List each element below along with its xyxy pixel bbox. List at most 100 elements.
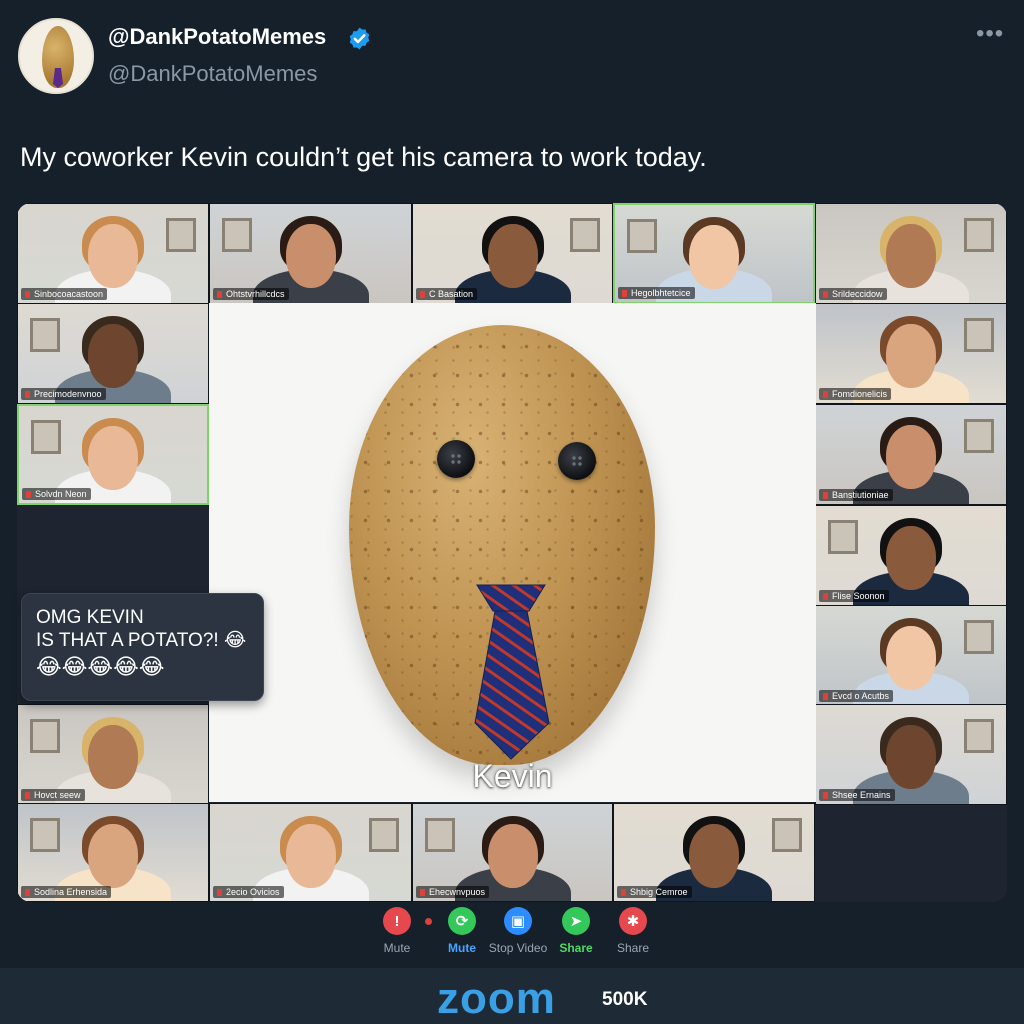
participant-name: Ehecwnvpuos — [416, 886, 490, 898]
wall-picture — [222, 218, 252, 252]
recording-dot-icon — [425, 918, 432, 925]
participant-face — [285, 824, 336, 888]
meeting-controls: ! Mute ⟳ Mute ▣ Stop Video ➤ Share ✱ Sha… — [378, 907, 668, 959]
control-label: Share — [616, 941, 650, 955]
participant-tile[interactable]: Precimodenvnoo — [17, 303, 209, 404]
participant-face — [88, 725, 138, 789]
participant-face — [886, 626, 936, 690]
control-label: Mute — [383, 941, 411, 955]
wall-picture — [964, 318, 994, 352]
more-icon[interactable]: ••• — [976, 20, 1004, 48]
participant-tile[interactable]: Fomdionelicis — [815, 303, 1007, 404]
participant-name: Fomdionelicis — [819, 388, 892, 400]
participant-tile[interactable]: Shbig Cemroe — [613, 803, 815, 902]
participant-tile[interactable]: Sodlina Erhensida — [17, 803, 209, 902]
participant-face — [689, 225, 739, 289]
participant-face — [886, 526, 936, 590]
participant-name: 2ecio Ovicios — [213, 886, 284, 898]
participant-tile[interactable]: C Basation — [412, 203, 613, 304]
control-label: Stop Video — [488, 941, 548, 955]
participant-name: Banstiutioniae — [819, 489, 893, 501]
button-eye-left-icon — [437, 440, 475, 478]
participant-name: Ohtstvrhillcdcs — [213, 288, 289, 300]
chat-line: IS THAT A POTATO?! 😂 — [36, 630, 247, 651]
wall-picture — [425, 818, 455, 852]
control-label: Share — [559, 941, 593, 955]
participant-name: Evcd o Acutbs — [819, 690, 894, 702]
refresh-icon: ⟳ — [448, 907, 476, 935]
participant-name: Shbig Cemroe — [617, 886, 692, 898]
participant-face — [886, 725, 936, 789]
participant-tile[interactable]: Ohtstvrhillcdcs — [209, 203, 412, 304]
participant-face — [886, 425, 936, 489]
participant-name: Sodlina Erhensida — [21, 886, 112, 898]
participant-tile[interactable]: Evcd o Acutbs — [815, 605, 1007, 706]
participant-tile[interactable]: Sinbocoacastoon — [17, 203, 209, 304]
participant-name: Precimodenvnoo — [21, 388, 106, 400]
video-call-image[interactable]: Sinbocoacastoon Ohtstvrhillcdcs C Basation… — [17, 203, 1007, 902]
participant-name: Solvdn Neon — [22, 488, 91, 500]
participant-tile[interactable]: Hovct seew — [17, 704, 209, 805]
participant-face — [886, 224, 936, 288]
button-eye-right-icon — [558, 442, 596, 480]
necktie-icon — [474, 584, 550, 760]
participant-face — [285, 224, 336, 288]
handle[interactable]: @DankPotatoMemes — [108, 61, 317, 87]
participant-face — [689, 824, 739, 888]
share-screen-button[interactable]: ✱ Share — [603, 907, 663, 955]
share-arrow-icon: ➤ — [562, 907, 590, 935]
participant-tile[interactable]: Ehecwnvpuos — [412, 803, 613, 902]
featured-video-tile[interactable]: Kevin — [209, 303, 816, 802]
participant-tile[interactable]: Shsee Ernains — [815, 704, 1007, 805]
participant-face — [88, 824, 138, 888]
participant-tile[interactable]: Banstiutioniae — [815, 404, 1007, 505]
wall-picture — [828, 520, 858, 554]
chat-message: OMG KEVIN IS THAT A POTATO?! 😂 😂😂😂😂😂 — [21, 593, 264, 701]
wall-picture — [772, 818, 802, 852]
share-gear-icon: ✱ — [619, 907, 647, 935]
tweet-text: My coworker Kevin couldn’t get his camer… — [20, 142, 707, 172]
participant-face — [487, 224, 538, 288]
wall-picture — [627, 219, 657, 253]
participant-face — [88, 426, 138, 490]
participant-face — [88, 324, 138, 388]
wall-picture — [31, 420, 61, 454]
participant-tile[interactable]: Flise Soonon — [815, 505, 1007, 606]
participant-name: C Basation — [416, 288, 478, 300]
participant-name: Shsee Ernains — [819, 789, 895, 801]
participant-tile[interactable]: Hegolbhtetcice — [613, 203, 815, 304]
participant-name: Srildeccidow — [819, 288, 887, 300]
participant-name: Hovct seew — [21, 789, 85, 801]
zoom-logo: zoom — [437, 974, 556, 1023]
participant-tile[interactable]: 2ecio Ovicios — [209, 803, 412, 902]
participant-face — [88, 224, 138, 288]
control-label: Mute — [448, 941, 476, 955]
wall-picture — [964, 218, 994, 252]
participant-name: Flise Soonon — [819, 590, 889, 602]
featured-participant-name: Kevin — [472, 758, 553, 794]
participant-tile[interactable]: Solvdn Neon — [17, 404, 209, 505]
participant-name: Sinbocoacastoon — [21, 288, 108, 300]
view-count: 500K — [602, 989, 648, 1010]
participant-face — [886, 324, 936, 388]
wall-picture — [166, 218, 196, 252]
wall-picture — [964, 719, 994, 753]
share-button[interactable]: ➤ Share — [546, 907, 606, 955]
display-name[interactable]: @DankPotatoMemes — [108, 24, 326, 50]
avatar[interactable] — [18, 18, 94, 94]
wall-picture — [30, 318, 60, 352]
stop-video-button[interactable]: ▣ Stop Video — [488, 907, 548, 955]
mute-active-button[interactable]: ⟳ Mute — [432, 907, 492, 955]
wall-picture — [369, 818, 399, 852]
video-icon: ▣ — [504, 907, 532, 935]
participant-name: Hegolbhtetcice — [618, 287, 695, 299]
chat-emoji-line: 😂😂😂😂😂 — [36, 654, 165, 679]
wall-picture — [30, 818, 60, 852]
participant-tile[interactable]: Srildeccidow — [815, 203, 1007, 304]
verified-badge-icon — [349, 27, 370, 50]
wall-picture — [964, 419, 994, 453]
wall-picture — [964, 620, 994, 654]
mute-button[interactable]: ! Mute — [367, 907, 427, 955]
alert-icon: ! — [383, 907, 411, 935]
wall-picture — [30, 719, 60, 753]
